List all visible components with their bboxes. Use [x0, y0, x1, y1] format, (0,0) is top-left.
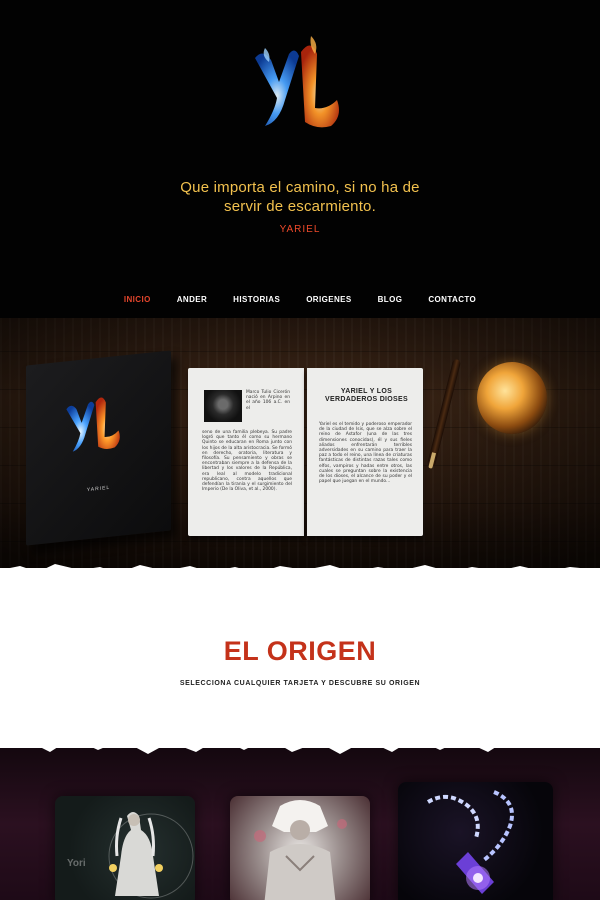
- nav-item-ander[interactable]: ANDER: [164, 292, 220, 310]
- armored-character-icon: [254, 800, 347, 900]
- book-page-left: Marco Tulio Cicerón nació en Arpino en e…: [188, 368, 304, 536]
- main-nav: INICIO ANDER HISTORIAS ORIGENES BLOG CON…: [0, 292, 600, 310]
- whisky-glass: [477, 362, 547, 434]
- origin-title: EL ORIGEN: [223, 636, 377, 666]
- nav-item-historias[interactable]: HISTORIAS: [220, 292, 293, 310]
- author-photo: [204, 390, 242, 422]
- hero-quote: Que importa el camino, si no ha de servi…: [0, 178, 600, 216]
- card-1-overlay-text: Yori: [67, 858, 86, 869]
- book-banner: YARIEL Marco Tulio Cicerón nació en Arpi…: [0, 318, 600, 580]
- nav-item-origenes[interactable]: ORIGENES: [293, 292, 364, 310]
- book-cover-title: YARIEL: [86, 484, 111, 494]
- nav-item-inicio[interactable]: INICIO: [111, 292, 164, 310]
- book-cover: YARIEL: [26, 350, 171, 546]
- origin-card-2[interactable]: [230, 796, 370, 900]
- left-page-text-top: Marco Tulio Cicerón nació en Arpino en e…: [246, 390, 290, 411]
- book-page-right: YARIEL Y LOS VERDADEROS DIOSES Yariel es…: [307, 368, 423, 536]
- brand-logo[interactable]: [245, 30, 355, 140]
- right-page-title: YARIEL Y LOS VERDADEROS DIOSES: [325, 388, 408, 403]
- torn-edge-top: [0, 564, 600, 588]
- book-cover-logo: [66, 397, 120, 452]
- right-page-text: Yariel es el temido y poderoso emperador…: [319, 422, 412, 485]
- origin-card-3[interactable]: [398, 782, 553, 900]
- hero-section: Que importa el camino, si no ha de servi…: [0, 0, 600, 320]
- origin-subtitle: SELECCIONA CUALQUIER TARJETA Y DESCUBRE …: [179, 680, 421, 687]
- left-page-text-bottom: seno de una familia plebeya. Su padre lo…: [202, 430, 292, 493]
- hero-quote-text: Que importa el camino, si no ha de servi…: [180, 179, 420, 215]
- open-book: Marco Tulio Cicerón nació en Arpino en e…: [188, 368, 423, 538]
- character-figure-icon: [108, 812, 194, 899]
- nav-item-contacto[interactable]: CONTACTO: [415, 292, 489, 310]
- hero-author: YARIEL: [279, 224, 321, 235]
- origin-card-1[interactable]: Yori: [55, 796, 195, 900]
- chain-weapon-icon: [426, 790, 514, 894]
- torn-edge-bottom: [0, 708, 600, 754]
- nav-item-blog[interactable]: BLOG: [365, 292, 416, 310]
